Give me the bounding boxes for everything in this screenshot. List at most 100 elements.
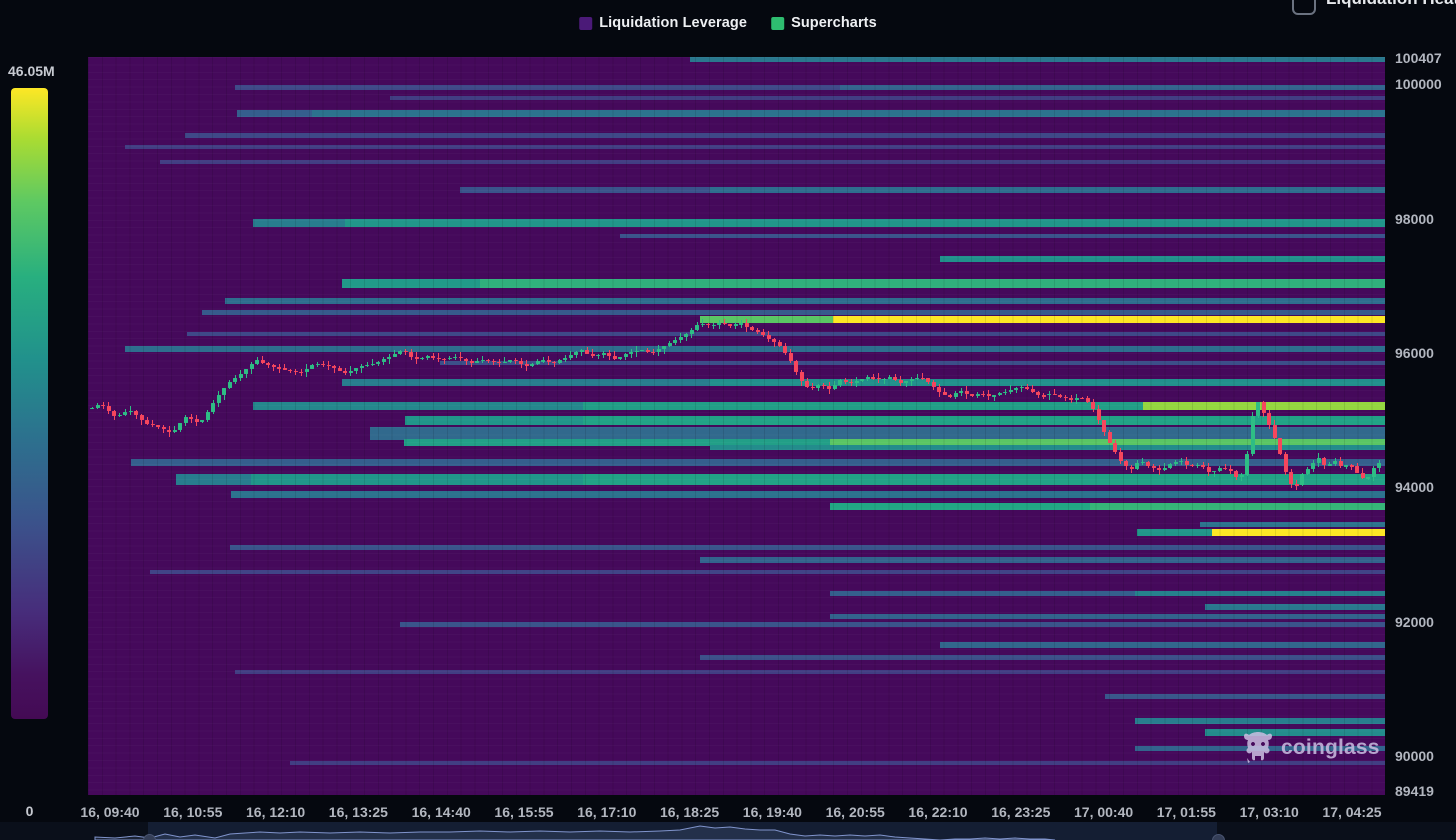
legend-item-supercharts[interactable]: Supercharts: [771, 15, 877, 31]
candle-body: [261, 360, 265, 363]
candle-body: [107, 406, 111, 411]
candle-body: [310, 365, 314, 369]
candle-body: [431, 356, 435, 357]
candle-wick: [499, 359, 500, 367]
candle-body: [360, 366, 364, 368]
candle-body: [1256, 402, 1260, 415]
candle-body: [838, 380, 842, 386]
price-axis-label: 94000: [1395, 479, 1434, 495]
candle-body: [871, 377, 875, 378]
price-axis-label: 89419: [1395, 783, 1434, 799]
colorbar-gradient: [11, 88, 48, 719]
candle-body: [591, 354, 595, 357]
legend-item-liquidation-leverage[interactable]: Liquidation Leverage: [579, 15, 747, 31]
candle-body: [255, 360, 259, 364]
candle-body: [123, 412, 127, 414]
candle-body: [1091, 402, 1095, 410]
candle-body: [761, 332, 765, 335]
candle-body: [569, 355, 573, 358]
candle-body: [695, 325, 699, 330]
candle-body: [409, 352, 413, 356]
candle-body: [673, 340, 677, 343]
time-axis-label: 16, 17:10: [577, 804, 636, 820]
time-axis-label: 16, 18:25: [660, 804, 719, 820]
candle-body: [646, 350, 650, 352]
candle-body: [1053, 394, 1057, 395]
candle-body: [1322, 458, 1326, 465]
candle-body: [1311, 463, 1315, 469]
candle-body: [618, 357, 622, 358]
liquidation-heatmap-toggle: Liquidation Heatmap: [1284, 0, 1456, 15]
candle-body: [866, 377, 870, 379]
candle-body: [1317, 458, 1321, 464]
candle-wick: [1049, 391, 1050, 400]
candle-body: [970, 394, 974, 396]
price-axis-label: 96000: [1395, 345, 1434, 361]
candle-body: [365, 365, 369, 366]
candle-body: [1306, 469, 1310, 474]
candle-body: [101, 405, 105, 406]
candle-body: [816, 385, 820, 389]
coinglass-bull-icon: [1243, 732, 1273, 764]
candle-body: [1009, 390, 1013, 392]
candle-body: [1108, 432, 1112, 443]
candle-body: [272, 365, 276, 367]
candle-body: [1102, 420, 1106, 431]
candle-body: [195, 419, 199, 421]
candle-body: [805, 381, 809, 387]
candle-body: [789, 353, 793, 361]
candle-body: [145, 420, 149, 424]
candle-body: [959, 391, 963, 393]
candle-wick: [823, 383, 824, 389]
candle-body: [1185, 461, 1189, 465]
candle-body: [343, 371, 347, 373]
chart-navigator[interactable]: [0, 822, 1456, 840]
candle-body: [437, 358, 441, 359]
candle-body: [354, 368, 358, 370]
candle-body: [899, 380, 903, 383]
candle-body: [156, 425, 160, 426]
candle-body: [728, 324, 732, 326]
price-axis-label: 92000: [1395, 614, 1434, 630]
price-axis-label: 98000: [1395, 211, 1434, 227]
candle-body: [1251, 416, 1255, 454]
checkbox-label[interactable]: Liquidation Heatmap: [1326, 0, 1456, 9]
candle-body: [519, 361, 523, 364]
time-axis-label: 17, 00:40: [1074, 804, 1133, 820]
candle-body: [794, 361, 798, 372]
time-axis-label: 16, 09:40: [80, 804, 139, 820]
navigator-right-handle-icon[interactable]: [1212, 834, 1225, 840]
checkbox[interactable]: [1292, 0, 1316, 15]
candle-body: [206, 412, 210, 421]
heatmap-plot-area[interactable]: coinglass: [88, 57, 1385, 795]
time-axis-label: 17, 03:10: [1240, 804, 1299, 820]
candle-body: [288, 370, 292, 371]
candle-body: [508, 360, 512, 361]
watermark-text: coinglass: [1281, 736, 1380, 760]
candle-body: [1229, 469, 1233, 471]
candle-body: [558, 360, 562, 363]
time-axis-label: 16, 22:10: [908, 804, 967, 820]
candle-body: [1328, 464, 1332, 465]
candle-body: [316, 364, 320, 365]
candle-body: [1284, 454, 1288, 472]
candle-body: [1075, 398, 1079, 400]
candle-body: [596, 355, 600, 357]
candle-body: [1289, 472, 1293, 484]
candle-body: [1157, 468, 1161, 470]
candle-body: [217, 395, 221, 403]
navigator-left-handle-icon[interactable]: [143, 834, 156, 840]
candle-body: [530, 364, 534, 367]
candle-body: [1036, 392, 1040, 396]
candle-body: [492, 361, 496, 362]
candle-body: [338, 368, 342, 370]
candle-body: [134, 411, 138, 416]
candle-body: [1366, 477, 1370, 478]
candle-body: [1113, 443, 1117, 452]
candle-body: [211, 403, 215, 412]
candle-body: [453, 357, 457, 358]
candle-body: [503, 362, 507, 363]
candle-body: [222, 388, 226, 395]
candle-body: [200, 420, 204, 422]
candle-body: [750, 327, 754, 330]
